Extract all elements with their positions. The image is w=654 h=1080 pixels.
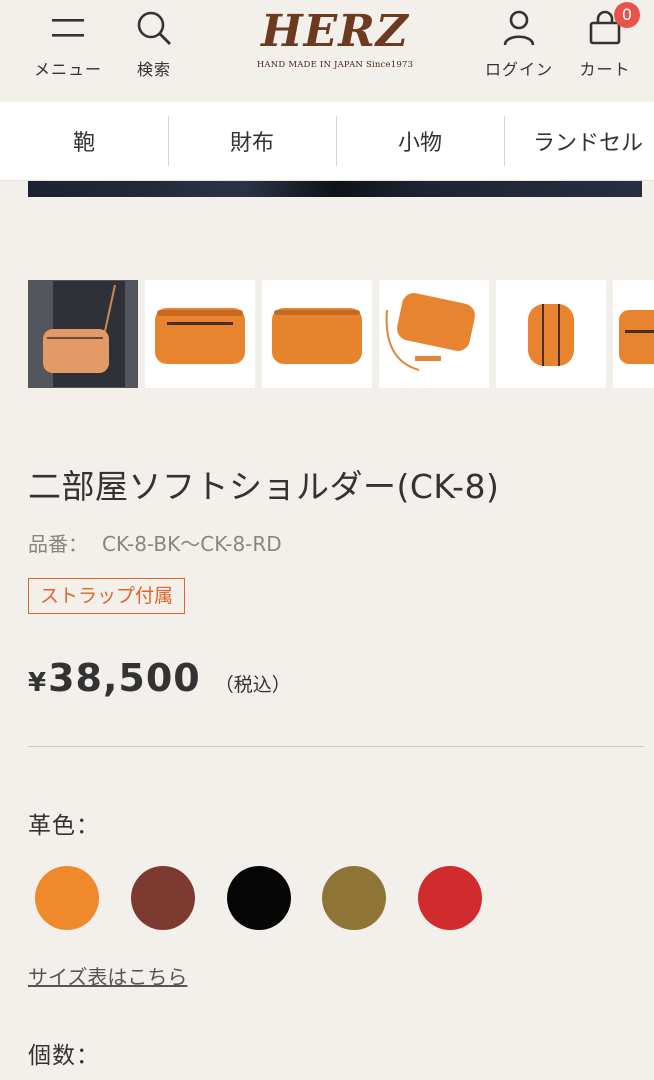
product-title: 二部屋ソフトショルダー(CK-8) [28,467,500,506]
quantity-label: 個数： [28,1043,100,1069]
cart-button[interactable]: カート 0 [574,0,640,80]
site-header: メニュー 検索 HERZ HAND MADE IN JAPAN Since197… [0,0,654,100]
user-icon [503,10,535,46]
search-label: 検索 [136,60,171,79]
sku-label: 品番： [28,532,88,556]
color-swatch-red[interactable] [418,866,482,930]
color-swatch-brown[interactable] [131,866,195,930]
thumbnail-strip [28,280,654,390]
leather-color-label: 革色： [28,813,100,839]
color-swatch-black[interactable] [227,866,291,930]
section-divider [28,746,644,747]
herz-logo[interactable]: HERZ HAND MADE IN JAPAN Since1973 [250,6,420,70]
sku-value: CK-8-BK〜CK-8-RD [102,532,282,556]
thumbnail-back[interactable] [262,280,372,388]
price-amount: 38,500 [48,656,201,700]
hamburger-icon [52,19,84,37]
color-swatch-olive[interactable] [322,866,386,930]
menu-button[interactable]: メニュー [28,0,108,80]
search-icon [137,11,171,45]
bag-with-strap-photo [379,280,489,388]
category-nav: 鞄 財布 小物 ランドセル [0,102,654,181]
category-wallets[interactable]: 財布 [168,102,336,180]
tax-note: （税込） [214,674,291,696]
logo-wordmark: HERZ [261,6,409,57]
login-label: ログイン [484,60,553,79]
search-button[interactable]: 検索 [128,0,180,80]
category-randoseru[interactable]: ランドセル [504,102,654,180]
category-accessories[interactable]: 小物 [336,102,504,180]
main-product-image[interactable] [28,181,642,197]
cart-count-badge: 0 [614,2,640,28]
bag-front-photo [145,280,255,388]
login-button[interactable]: ログイン [478,0,560,80]
model-wearing-bag-photo [29,281,137,387]
bag-detail-photo [613,280,654,388]
bag-side-photo [496,280,606,388]
bag-back-photo [262,280,372,388]
thumbnail-detail[interactable] [613,280,654,388]
thumbnail-strap[interactable] [379,280,489,388]
thumbnail-model[interactable] [28,280,138,388]
color-swatch-orange[interactable] [35,866,99,930]
thumbnail-side[interactable] [496,280,606,388]
logo-tagline: HAND MADE IN JAPAN Since1973 [256,60,414,70]
menu-label: メニュー [33,60,102,79]
size-chart-link[interactable]: サイズ表はこちら [28,961,187,990]
product-sku: 品番： CK-8-BK〜CK-8-RD [28,528,282,557]
product-price: ¥38,500 （税込） [28,656,291,700]
strap-included-badge: ストラップ付属 [28,578,186,614]
category-bags[interactable]: 鞄 [0,102,168,180]
currency-symbol: ¥ [28,668,47,698]
thumbnail-front[interactable] [145,280,255,388]
cart-label: カート [579,60,631,79]
